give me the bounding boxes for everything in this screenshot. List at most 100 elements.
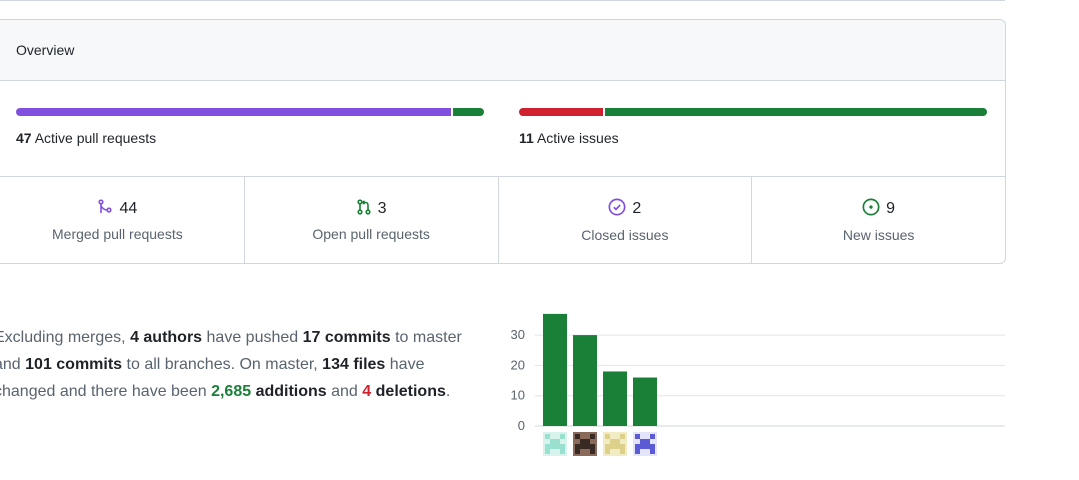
avatar-pixel bbox=[645, 444, 650, 449]
avatar-pixel bbox=[605, 444, 610, 449]
avatar-pixel bbox=[575, 434, 580, 439]
activity-bars: 47 Active pull requests 11 Active issues bbox=[0, 81, 1005, 177]
avatar-pixel bbox=[545, 449, 550, 454]
open-pull-requests-link[interactable]: 3 Open pull requests bbox=[245, 177, 499, 263]
avatar-pixel bbox=[560, 444, 565, 449]
merged-segment bbox=[16, 108, 451, 116]
y-tick-label: 30 bbox=[511, 327, 525, 342]
closed-issues-label: Closed issues bbox=[581, 226, 669, 243]
summary-text: to all branches. On master, bbox=[122, 356, 323, 373]
avatar-pixel bbox=[615, 439, 620, 444]
y-tick-label: 0 bbox=[518, 418, 525, 433]
avatar-pixel bbox=[545, 444, 550, 449]
active-issues-label: Active issues bbox=[536, 130, 619, 146]
avatar-pixel bbox=[555, 444, 560, 449]
avatar-pixel bbox=[620, 449, 625, 454]
avatar-pixel bbox=[605, 434, 610, 439]
avatar-pixel bbox=[650, 434, 655, 439]
summary-text: Excluding merges, bbox=[0, 329, 131, 346]
avatar-pixel bbox=[645, 439, 650, 444]
active-pull-requests-link[interactable]: 47 Active pull requests bbox=[16, 130, 156, 146]
merged-pull-requests-link[interactable]: 44 Merged pull requests bbox=[0, 177, 245, 263]
avatar-pixel bbox=[585, 439, 590, 444]
avatar-pixel bbox=[560, 434, 565, 439]
avatar-pixel bbox=[610, 439, 615, 444]
y-tick-label: 10 bbox=[511, 388, 525, 403]
avatar-pixel bbox=[650, 444, 655, 449]
pull-requests-progress-bar bbox=[16, 108, 484, 116]
issue-opened-icon bbox=[862, 198, 880, 221]
active-pull-requests-label: Active pull requests bbox=[34, 130, 157, 146]
bar-author-2[interactable] bbox=[573, 335, 597, 426]
avatar-pixel bbox=[640, 439, 645, 444]
avatar-pixel bbox=[575, 444, 580, 449]
overview-title: Overview bbox=[16, 42, 75, 58]
commit-summary: Excluding merges, 4 authors have pushed … bbox=[0, 324, 486, 405]
deletions-count: 4 bbox=[362, 383, 372, 400]
avatar-pixel bbox=[580, 439, 585, 444]
active-issues-link[interactable]: 11 Active issues bbox=[519, 130, 619, 146]
author-avatar[interactable] bbox=[603, 432, 627, 456]
summary-text: have pushed bbox=[202, 329, 303, 346]
merged-count: 44 bbox=[119, 200, 138, 217]
active-issues-count: 11 bbox=[519, 130, 534, 146]
new-segment bbox=[605, 108, 987, 116]
issue-closed-icon bbox=[608, 198, 626, 221]
new-issues-link[interactable]: 9 New issues bbox=[752, 177, 1005, 263]
closed-issues-count: 2 bbox=[632, 200, 642, 217]
author-avatar[interactable] bbox=[633, 432, 657, 456]
closed-segment bbox=[519, 108, 603, 116]
avatar-pixel bbox=[590, 434, 595, 439]
all-branches-commits-count[interactable]: 101 commits bbox=[25, 356, 122, 373]
commits-count[interactable]: 17 commits bbox=[303, 329, 391, 346]
avatar-pixel bbox=[605, 449, 610, 454]
active-pull-requests-count: 47 bbox=[16, 130, 32, 146]
avatar-pixel bbox=[635, 449, 640, 454]
avatar-pixel bbox=[640, 444, 645, 449]
new-issues-label: New issues bbox=[842, 226, 915, 243]
new-issues-count: 9 bbox=[886, 200, 896, 217]
bar-author-1[interactable] bbox=[543, 313, 567, 426]
avatar-pixel bbox=[590, 444, 595, 449]
closed-issues-link[interactable]: 2 Closed issues bbox=[499, 177, 753, 263]
avatar-pixel bbox=[560, 449, 565, 454]
summary-text: . bbox=[445, 383, 451, 400]
overview-box: Overview 47 Active pull requests 11 Acti… bbox=[0, 19, 1006, 264]
open-pr-label: Open pull requests bbox=[312, 225, 430, 242]
avatar-pixel bbox=[580, 444, 585, 449]
overview-header: Overview bbox=[0, 20, 1005, 81]
summary-text: and bbox=[326, 383, 363, 400]
avatar-pixel bbox=[575, 449, 580, 454]
avatar-pixel bbox=[545, 434, 550, 439]
avatar-pixel bbox=[650, 449, 655, 454]
pull-request-icon bbox=[356, 198, 372, 220]
open-pr-count: 3 bbox=[377, 200, 387, 217]
avatar-pixel bbox=[620, 444, 625, 449]
additions-count: 2,685 bbox=[211, 383, 252, 400]
bar-author-4[interactable] bbox=[633, 377, 657, 426]
stats-row: 44 Merged pull requests 3 Open pull requ… bbox=[0, 177, 1005, 263]
merged-label: Merged pull requests bbox=[52, 225, 183, 242]
avatar-pixel bbox=[635, 434, 640, 439]
avatar-pixel bbox=[590, 449, 595, 454]
author-avatar[interactable] bbox=[543, 432, 567, 456]
avatar-pixel bbox=[555, 439, 560, 444]
avatar-pixel bbox=[615, 444, 620, 449]
top-divider bbox=[0, 0, 1005, 1]
avatar-pixel bbox=[635, 444, 640, 449]
authors-count[interactable]: 4 authors bbox=[130, 329, 202, 346]
avatar-pixel bbox=[585, 444, 590, 449]
additions-label: additions bbox=[255, 383, 327, 400]
y-tick-label: 20 bbox=[511, 357, 525, 372]
issues-progress-bar bbox=[519, 108, 987, 116]
files-changed-count: 134 files bbox=[322, 356, 386, 373]
avatar-pixel bbox=[550, 444, 555, 449]
avatar-pixel bbox=[620, 434, 625, 439]
avatar-pixel bbox=[610, 444, 615, 449]
commits-by-author-chart: 0 10 20 30 bbox=[511, 313, 1005, 456]
author-avatar[interactable] bbox=[573, 432, 597, 456]
deletions-label: deletions bbox=[375, 383, 446, 400]
open-segment bbox=[453, 108, 484, 116]
bar-author-3[interactable] bbox=[603, 371, 627, 426]
merge-icon bbox=[97, 198, 113, 220]
